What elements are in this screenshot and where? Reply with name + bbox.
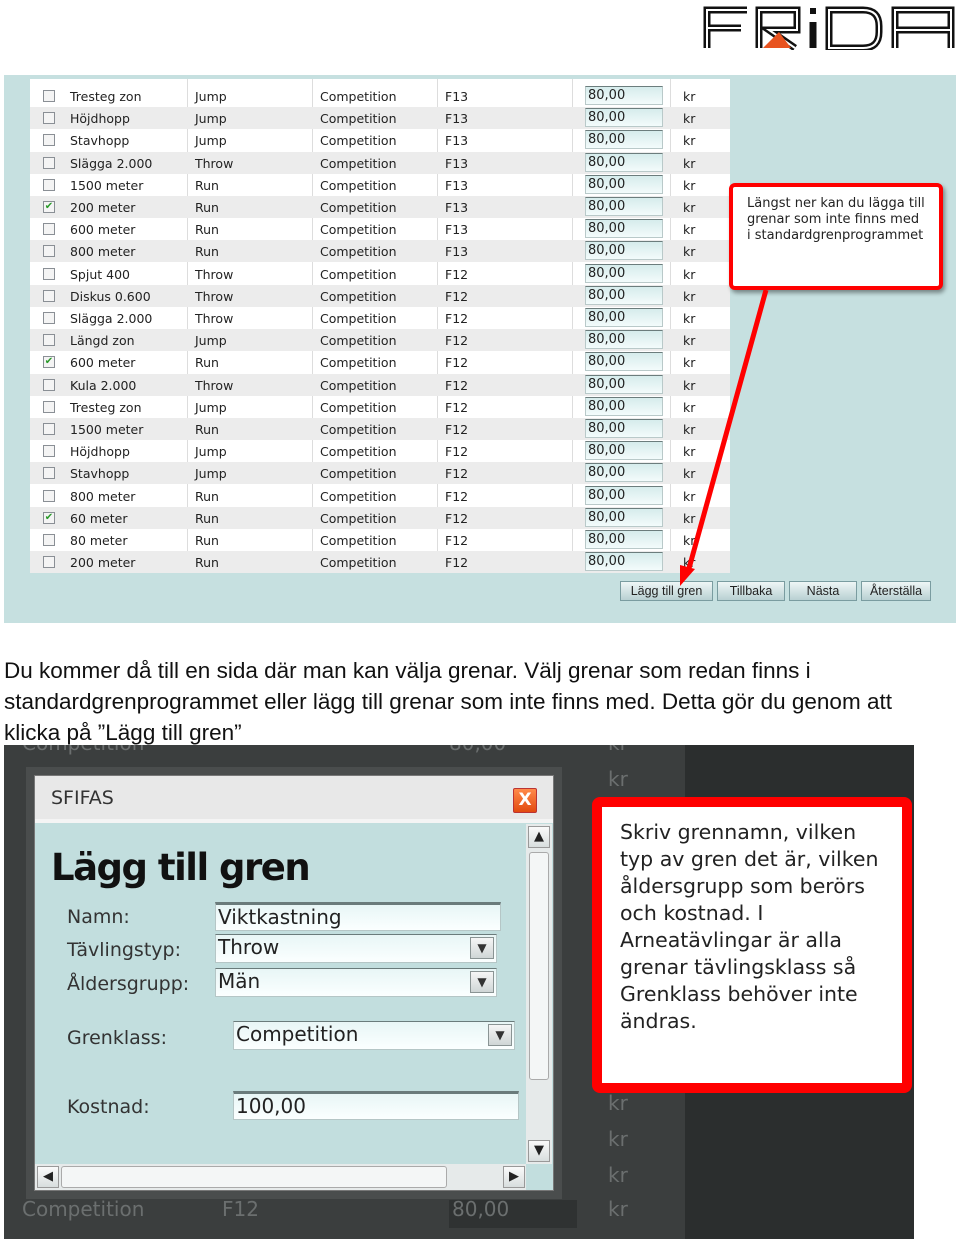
- name-label: Namn:: [67, 906, 130, 928]
- scroll-thumb[interactable]: [529, 852, 549, 1080]
- bg-currency: kr: [608, 1163, 628, 1187]
- class-select[interactable]: Competition ▼: [233, 1021, 515, 1050]
- scroll-thumb[interactable]: [61, 1166, 447, 1188]
- bg-currency: kr: [608, 767, 628, 791]
- bg-group: F12: [222, 1197, 259, 1221]
- age-label: Åldersgrupp:: [67, 973, 190, 995]
- bg-class: Competition: [22, 745, 144, 755]
- callout-dialog-help: Skriv grennamn, vilken typ av gren det ä…: [592, 797, 912, 1093]
- chevron-down-icon[interactable]: ▼: [470, 937, 494, 959]
- age-value: Män: [218, 969, 261, 993]
- bg-cost: 80,00: [449, 745, 506, 755]
- bg-currency: kr: [608, 1127, 628, 1151]
- scroll-down-icon[interactable]: ▼: [528, 1140, 550, 1162]
- chevron-down-icon[interactable]: ▼: [488, 1024, 512, 1046]
- vertical-scrollbar[interactable]: ▲ ▼: [526, 824, 552, 1164]
- instruction-paragraph: Du kommer då till en sida där man kan vä…: [4, 658, 892, 745]
- arrow-icon: [680, 289, 769, 586]
- cost-label: Kostnad:: [67, 1096, 150, 1118]
- cost-input[interactable]: 100,00: [233, 1091, 519, 1120]
- scroll-up-icon[interactable]: ▲: [528, 826, 550, 848]
- bg-currency: kr: [608, 745, 628, 755]
- name-input[interactable]: Viktkastning: [215, 902, 501, 931]
- close-button[interactable]: X: [513, 788, 537, 813]
- dialog-heading: Lägg till gren: [51, 846, 311, 889]
- scroll-right-icon[interactable]: ▶: [503, 1166, 525, 1188]
- bg-class: Competition: [22, 1197, 145, 1221]
- type-label: Tävlingstyp:: [67, 939, 181, 961]
- type-value: Throw: [218, 935, 280, 959]
- scroll-left-icon[interactable]: ◀: [37, 1166, 59, 1188]
- type-select[interactable]: Throw ▼: [215, 934, 497, 963]
- bg-cost: 80,00: [452, 1197, 510, 1221]
- add-event-dialog: SFIFAS X Lägg till gren Namn: Viktkastni…: [34, 775, 554, 1191]
- add-event-dialog-screenshot: Competition 80,00 kr kr kr kr kr Competi…: [4, 745, 914, 1239]
- dialog-title: SFIFAS: [35, 776, 553, 823]
- horizontal-scrollbar[interactable]: ◀ ▶: [35, 1164, 526, 1190]
- bg-currency: kr: [608, 1091, 628, 1115]
- bg-currency: kr: [608, 1197, 628, 1221]
- class-value: Competition: [236, 1022, 359, 1046]
- class-label: Grenklass:: [67, 1027, 167, 1049]
- chevron-down-icon[interactable]: ▼: [470, 971, 494, 993]
- age-select[interactable]: Män ▼: [215, 968, 497, 997]
